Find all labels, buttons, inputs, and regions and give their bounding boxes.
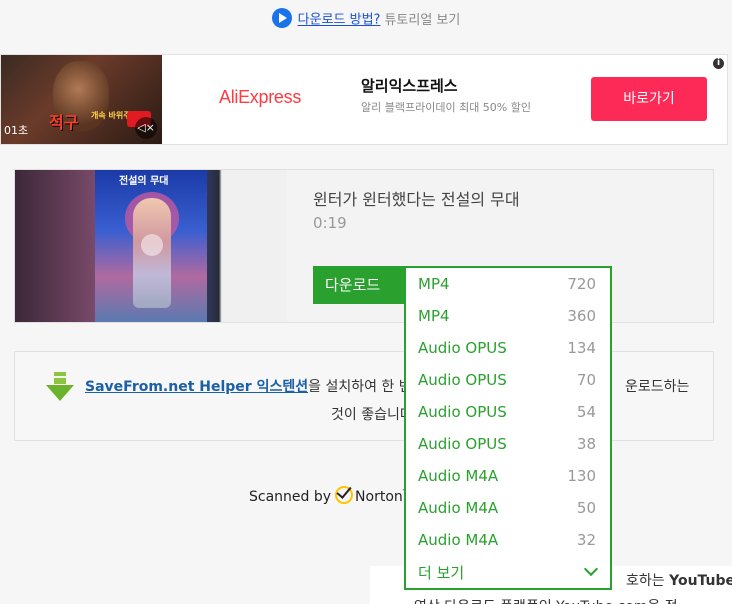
format-label: MP4 [418, 275, 450, 293]
bottom-line1: 호하는 YouTube · [626, 570, 732, 590]
download-arrow-icon [46, 372, 74, 401]
format-quality: 50 [576, 499, 596, 517]
format-option[interactable]: Audio OPUS 38 [406, 428, 610, 460]
tutorial-text: 튜토리얼 보기 [384, 12, 461, 28]
bottom-line1-prefix: 호하는 [626, 573, 670, 589]
norton-brand: Norton [355, 489, 403, 505]
ad-banner[interactable]: 적구 개속 바위주게 01초 ◁× AliExpress 알리익스프레스 알리 … [0, 54, 728, 145]
extension-line1: SaveFrom.net Helper 익스텐션을 설치하여 한 번 [85, 376, 412, 396]
chevron-down-icon [583, 561, 599, 577]
format-option[interactable]: Audio M4A 50 [406, 492, 610, 524]
norton-badge: Scanned byNortonTM [249, 486, 415, 505]
format-quality: 360 [567, 307, 596, 325]
extension-text-a: 을 설치하여 한 번 [308, 379, 412, 395]
aliexpress-logo: AliExpress [219, 87, 302, 107]
format-label: Audio M4A [418, 531, 499, 549]
format-quality: 134 [567, 339, 596, 357]
format-label: Audio M4A [418, 467, 499, 485]
mute-icon[interactable]: ◁× [135, 117, 157, 139]
video-duration: 0:19 [313, 214, 347, 232]
video-thumbnail[interactable]: 전설의 무대 [15, 170, 287, 322]
more-formats-button[interactable]: 더 보기 [406, 556, 610, 588]
howto-link[interactable]: 다운로드 방법? [298, 13, 381, 28]
howto-line: 다운로드 방법? 튜토리얼 보기 [0, 8, 732, 28]
video-play-icon[interactable] [141, 234, 163, 256]
ad-video-thumbnail[interactable]: 적구 개속 바위주게 01초 ◁× [1, 55, 162, 144]
extension-link[interactable]: SaveFrom.net Helper 익스텐션 [85, 379, 308, 395]
play-icon[interactable] [271, 8, 292, 28]
ad-thumb-title: 적구 [49, 113, 79, 132]
format-label: Audio M4A [418, 499, 499, 517]
ad-info-icon[interactable]: i [713, 58, 724, 69]
format-quality: 720 [567, 275, 596, 293]
video-caption: 전설의 무대 [119, 176, 169, 187]
ad-title: 알리익스프레스 [361, 77, 458, 95]
ad-cta-button[interactable]: 바로가기 [591, 77, 707, 121]
format-option[interactable]: MP4 720 [406, 268, 610, 300]
format-option[interactable]: Audio M4A 32 [406, 524, 610, 556]
more-label: 더 보기 [418, 563, 465, 582]
scanned-by-label: Scanned by [249, 489, 332, 505]
format-quality: 38 [576, 435, 596, 453]
video-title: 윈터가 윈터했다는 전설의 무대 [313, 190, 520, 209]
format-quality: 32 [576, 531, 596, 549]
format-quality: 54 [576, 403, 596, 421]
format-option[interactable]: Audio OPUS 70 [406, 364, 610, 396]
format-label: Audio OPUS [418, 435, 507, 453]
bottom-line2: 영상 다운로드 플랫폼인 YouTube.com을 정 [414, 596, 678, 604]
extension-line2: 것이 좋습니다 [331, 407, 413, 423]
norton-check-icon [335, 486, 354, 504]
ad-subtitle: 알리 블랙프라이데이 최대 50% 할인 [361, 101, 531, 114]
format-dropdown[interactable]: MP4 720 MP4 360 Audio OPUS 134 Audio OPUS 70… [404, 266, 612, 590]
format-label: Audio OPUS [418, 371, 507, 389]
extension-text-b: 운로드하는 [625, 379, 690, 395]
format-label: Audio OPUS [418, 403, 507, 421]
format-option[interactable]: Audio OPUS 134 [406, 332, 610, 364]
format-label: MP4 [418, 307, 450, 325]
download-button[interactable]: 다운로드 [313, 266, 405, 304]
format-option[interactable]: Audio OPUS 54 [406, 396, 610, 428]
format-quality: 130 [567, 467, 596, 485]
format-option[interactable]: MP4 360 [406, 300, 610, 332]
format-quality: 70 [576, 371, 596, 389]
format-label: Audio OPUS [418, 339, 507, 357]
bottom-line1-bold: YouTube [669, 573, 732, 589]
ad-duration: 01초 [4, 124, 29, 137]
format-option[interactable]: Audio M4A 130 [406, 460, 610, 492]
